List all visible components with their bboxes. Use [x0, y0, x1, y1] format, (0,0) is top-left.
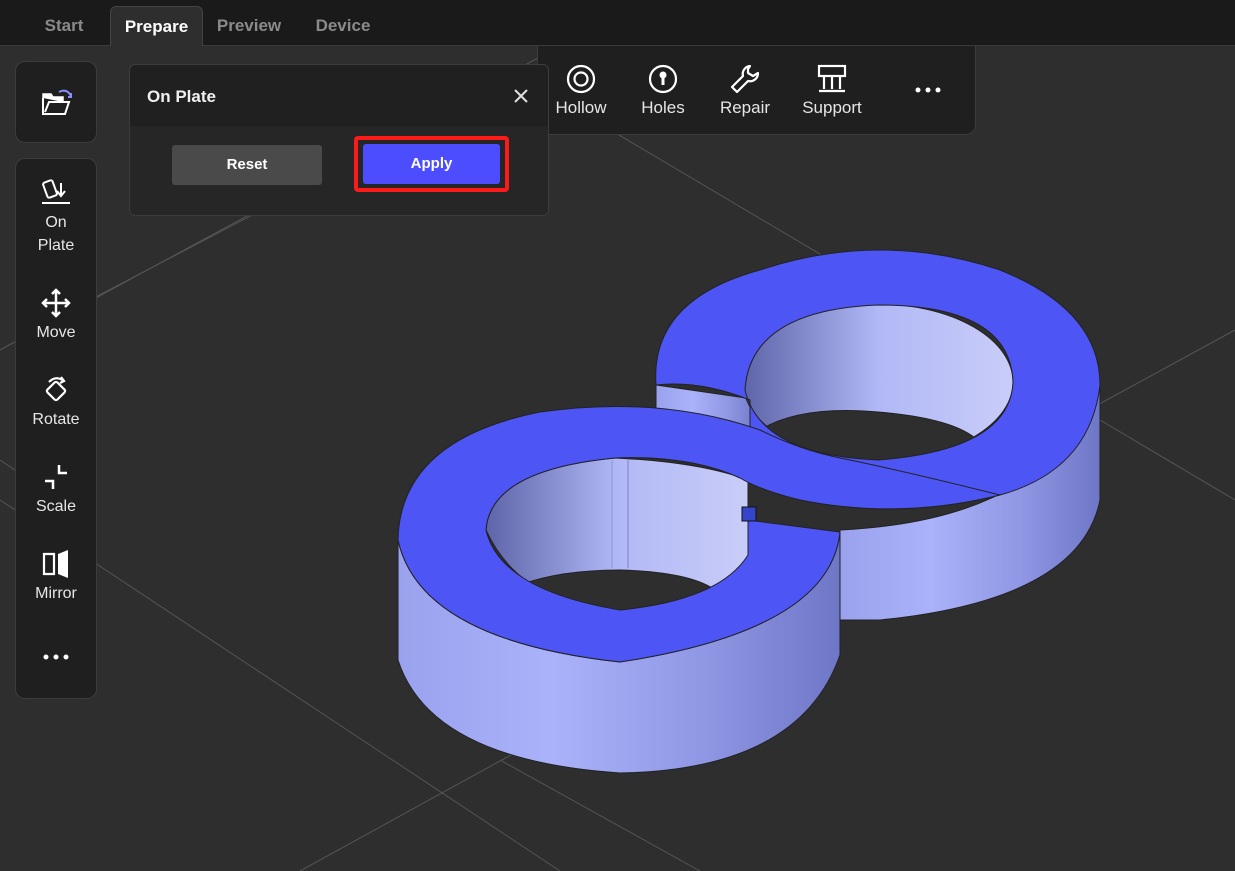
app-window: Start Prepare Preview Device On Plate Mo…	[0, 0, 1235, 871]
mirror-label: Mirror	[35, 585, 77, 602]
tab-start[interactable]: Start	[28, 6, 100, 46]
more-icon	[915, 87, 941, 93]
on-plate-icon	[42, 179, 70, 204]
rotate-tool[interactable]: Rotate	[16, 374, 96, 431]
dialog-header: On Plate	[130, 65, 548, 126]
support-label: Support	[802, 98, 862, 117]
top-toolbar: Hollow Holes Repair Support	[537, 46, 976, 135]
open-file-button[interactable]	[15, 61, 97, 143]
holes-label: Holes	[641, 98, 685, 117]
model-infinity	[397, 249, 1101, 774]
hollow-icon	[566, 64, 596, 94]
close-icon[interactable]	[510, 85, 532, 107]
tab-bar: Start Prepare Preview Device	[0, 0, 1235, 46]
tab-preview[interactable]: Preview	[210, 6, 288, 46]
reset-button[interactable]: Reset	[172, 145, 322, 185]
support-icon	[817, 64, 847, 93]
tab-device[interactable]: Device	[305, 6, 381, 46]
mirror-icon	[42, 550, 68, 578]
scale-label: Scale	[35, 498, 77, 515]
move-label: Move	[36, 324, 76, 341]
left-toolbar: On Plate Move Rotate Scale Mirror	[15, 158, 97, 699]
rotate-label: Rotate	[32, 411, 80, 428]
apply-highlight: Apply	[354, 136, 509, 192]
scale-icon	[45, 465, 67, 489]
holes-button[interactable]: Holes	[636, 63, 690, 118]
support-button[interactable]: Support	[798, 63, 866, 118]
on-plate-label: On Plate	[37, 214, 75, 254]
hollow-label: Hollow	[555, 98, 607, 117]
more-icon	[43, 654, 69, 660]
repair-button[interactable]: Repair	[716, 63, 774, 118]
vertex-marker	[741, 506, 757, 522]
repair-label: Repair	[719, 98, 771, 117]
apply-button[interactable]: Apply	[363, 144, 500, 184]
holes-icon	[648, 64, 678, 94]
mirror-tool[interactable]: Mirror	[16, 548, 96, 605]
hollow-button[interactable]: Hollow	[552, 63, 610, 118]
on-plate-dialog: On Plate Reset Apply	[129, 64, 549, 216]
rotate-icon	[45, 376, 67, 402]
move-tool[interactable]: Move	[16, 287, 96, 344]
move-icon	[41, 288, 71, 318]
dialog-title: On Plate	[147, 87, 216, 106]
wrench-icon	[730, 64, 760, 94]
tab-prepare[interactable]: Prepare	[110, 6, 203, 46]
open-folder-icon	[42, 89, 72, 115]
more-tools-button[interactable]	[16, 639, 96, 673]
scale-tool[interactable]: Scale	[16, 461, 96, 518]
on-plate-tool[interactable]: On Plate	[16, 177, 96, 257]
more-button[interactable]	[908, 74, 948, 109]
